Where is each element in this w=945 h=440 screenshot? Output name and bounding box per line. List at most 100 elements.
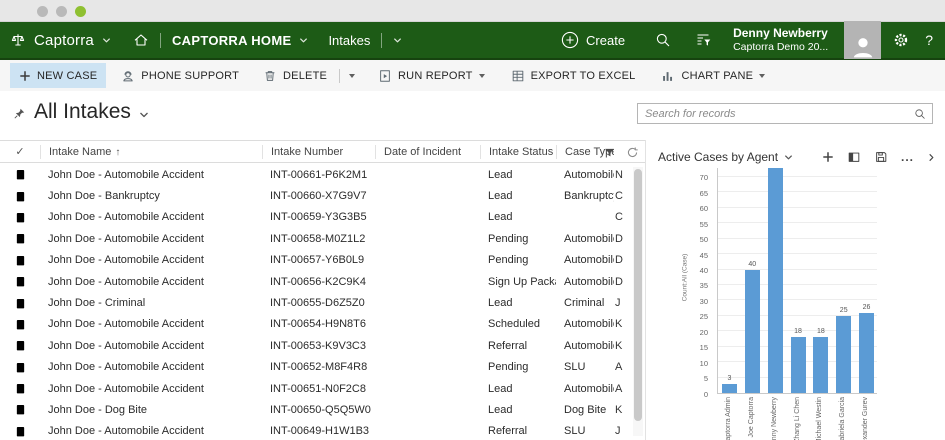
filter-icon[interactable] [603, 146, 616, 159]
chart-bar[interactable] [767, 168, 783, 393]
chart-bar[interactable] [721, 383, 737, 393]
chart-bar[interactable] [859, 312, 875, 393]
delete-button[interactable]: DELETE [254, 63, 336, 88]
chevron-down-icon[interactable] [299, 36, 308, 45]
cell-intake-number: INT-00651-N0F2C8 [270, 382, 366, 395]
cell-truncated: K [615, 318, 623, 331]
record-icon [0, 232, 40, 245]
delete-dropdown-button[interactable] [343, 63, 361, 88]
run-report-button[interactable]: RUN REPORT [369, 63, 494, 88]
table-row[interactable]: John Doe - Dog Bite INT-00650-Q5Q5W0 Lead D… [0, 399, 633, 420]
cell-intake-status: Scheduled [488, 318, 540, 331]
chart-bar[interactable] [813, 337, 829, 393]
chart-toolbar: ... [822, 150, 936, 164]
table-row[interactable]: John Doe - Automobile Accident INT-00649-… [0, 421, 633, 440]
cell-intake-name: John Doe - Automobile Accident [48, 275, 204, 288]
advanced-find-icon[interactable] [695, 32, 711, 48]
table-row[interactable]: John Doe - Automobile Accident INT-00652-… [0, 357, 633, 378]
nav-item-intakes[interactable]: Intakes [328, 33, 370, 48]
chevron-down-icon[interactable] [139, 110, 149, 120]
bar-value-label: 3 [727, 374, 732, 382]
divider [159, 32, 161, 48]
add-chart-icon[interactable] [822, 151, 834, 163]
cell-case-type: Automobile Acci... [564, 318, 614, 331]
record-icon [0, 361, 40, 374]
chart-pane-button[interactable]: CHART PANE [652, 63, 774, 88]
table-row[interactable]: John Doe - Bankruptcy INT-00660-X7G9V7 Lea… [0, 185, 633, 206]
grid-scrollbar[interactable] [633, 167, 643, 436]
table-row[interactable]: John Doe - Automobile Accident INT-00651-… [0, 378, 633, 399]
chart-plot: 3407318182526 [717, 168, 877, 394]
cell-intake-number: INT-00657-Y6B0L9 [270, 254, 365, 267]
gear-icon[interactable] [893, 32, 909, 48]
chart-bar[interactable] [790, 337, 806, 393]
cell-intake-number: INT-00661-P6K2M1 [270, 168, 368, 181]
chevron-down-icon[interactable] [102, 36, 111, 45]
chart-bar[interactable] [744, 269, 760, 393]
global-search-icon[interactable] [655, 32, 671, 48]
table-row[interactable]: John Doe - Automobile Accident INT-00658-… [0, 228, 633, 249]
create-button[interactable]: Create [561, 31, 625, 49]
cell-intake-status: Lead [488, 211, 513, 224]
new-case-button[interactable]: NEW CASE [10, 63, 107, 88]
column-header-intake-status[interactable]: Intake Status [480, 144, 556, 159]
user-org: Captorra Demo 20... [733, 40, 829, 53]
column-header-intake-number[interactable]: Intake Number [262, 144, 375, 159]
x-axis-label: Joe Captorra [747, 397, 755, 438]
scrollbar-thumb[interactable] [634, 169, 642, 421]
table-row[interactable]: John Doe - Automobile Accident INT-00656-… [0, 271, 633, 292]
cell-truncated: C [615, 190, 623, 203]
caret-down-icon [478, 73, 485, 78]
y-tick-label: 20 [699, 327, 708, 337]
window-control-icon[interactable] [75, 6, 86, 17]
pin-icon[interactable] [13, 107, 26, 120]
table-row[interactable]: John Doe - Automobile Accident INT-00653-… [0, 335, 633, 356]
home-icon[interactable] [133, 32, 149, 48]
y-tick-label: 60 [699, 204, 708, 214]
table-row[interactable]: John Doe - Automobile Accident INT-00661-… [0, 164, 633, 185]
page-title[interactable]: All Intakes [34, 100, 131, 124]
select-all-checkbox[interactable]: ✓ [0, 145, 40, 159]
table-row[interactable]: John Doe - Automobile Accident INT-00659-… [0, 207, 633, 228]
avatar[interactable] [844, 21, 882, 59]
collapse-chart-pane-icon[interactable] [927, 153, 936, 162]
save-chart-icon[interactable] [874, 150, 888, 164]
export-excel-button[interactable]: EXPORT TO EXCEL [502, 63, 645, 88]
record-icon [14, 275, 27, 288]
column-label: Intake Name [49, 145, 112, 158]
chart-bar[interactable] [836, 315, 852, 393]
export-excel-icon [511, 69, 525, 83]
phone-support-button[interactable]: PHONE SUPPORT [112, 63, 248, 88]
y-tick-label: 40 [699, 266, 708, 276]
brand-name[interactable]: Captorra [34, 32, 94, 49]
search-input[interactable] [638, 107, 914, 120]
cell-case-type: Automobile Acci... [564, 275, 614, 288]
command-bar: NEW CASE PHONE SUPPORT DELETE RUN REPORT… [0, 60, 945, 91]
sort-ascending-icon: ↑ [115, 146, 121, 158]
record-icon [0, 403, 40, 416]
expand-chart-icon[interactable] [847, 150, 861, 164]
cell-intake-status: Lead [488, 190, 513, 203]
table-row[interactable]: John Doe - Automobile Accident INT-00657-… [0, 250, 633, 271]
chevron-down-icon[interactable] [784, 153, 793, 162]
navbar-left: Captorra CAPTORRA HOME Intakes [10, 32, 402, 49]
refresh-icon[interactable] [626, 146, 639, 159]
column-header-date-of-incident[interactable]: Date of Incident [375, 144, 480, 159]
nav-item-captorra-home[interactable]: CAPTORRA HOME [172, 33, 291, 48]
chevron-down-icon[interactable] [393, 36, 402, 45]
y-tick-label: 0 [703, 389, 708, 399]
table-row[interactable]: John Doe - Automobile Accident INT-00654-… [0, 314, 633, 335]
grid-header: ✓ Intake Name ↑ Intake Number Date of Inc… [0, 140, 645, 163]
table-row[interactable]: John Doe - Criminal INT-00655-D6Z5Z0 Lead C… [0, 292, 633, 313]
window-control-icon[interactable] [56, 6, 67, 17]
column-header-intake-name[interactable]: Intake Name ↑ [40, 144, 262, 159]
user-menu[interactable]: Denny Newberry Captorra Demo 20... [733, 26, 829, 53]
help-button[interactable]: ? [925, 32, 933, 48]
chart-title[interactable]: Active Cases by Agent [658, 150, 778, 164]
chart-pane: Active Cases by Agent ... Count:All (Cas… [645, 140, 945, 440]
search-icon[interactable] [914, 108, 926, 120]
bar-value-label: 18 [816, 328, 825, 336]
more-commands-icon[interactable]: ... [901, 151, 914, 163]
caret-down-icon [759, 73, 766, 78]
window-control-icon[interactable] [37, 6, 48, 17]
